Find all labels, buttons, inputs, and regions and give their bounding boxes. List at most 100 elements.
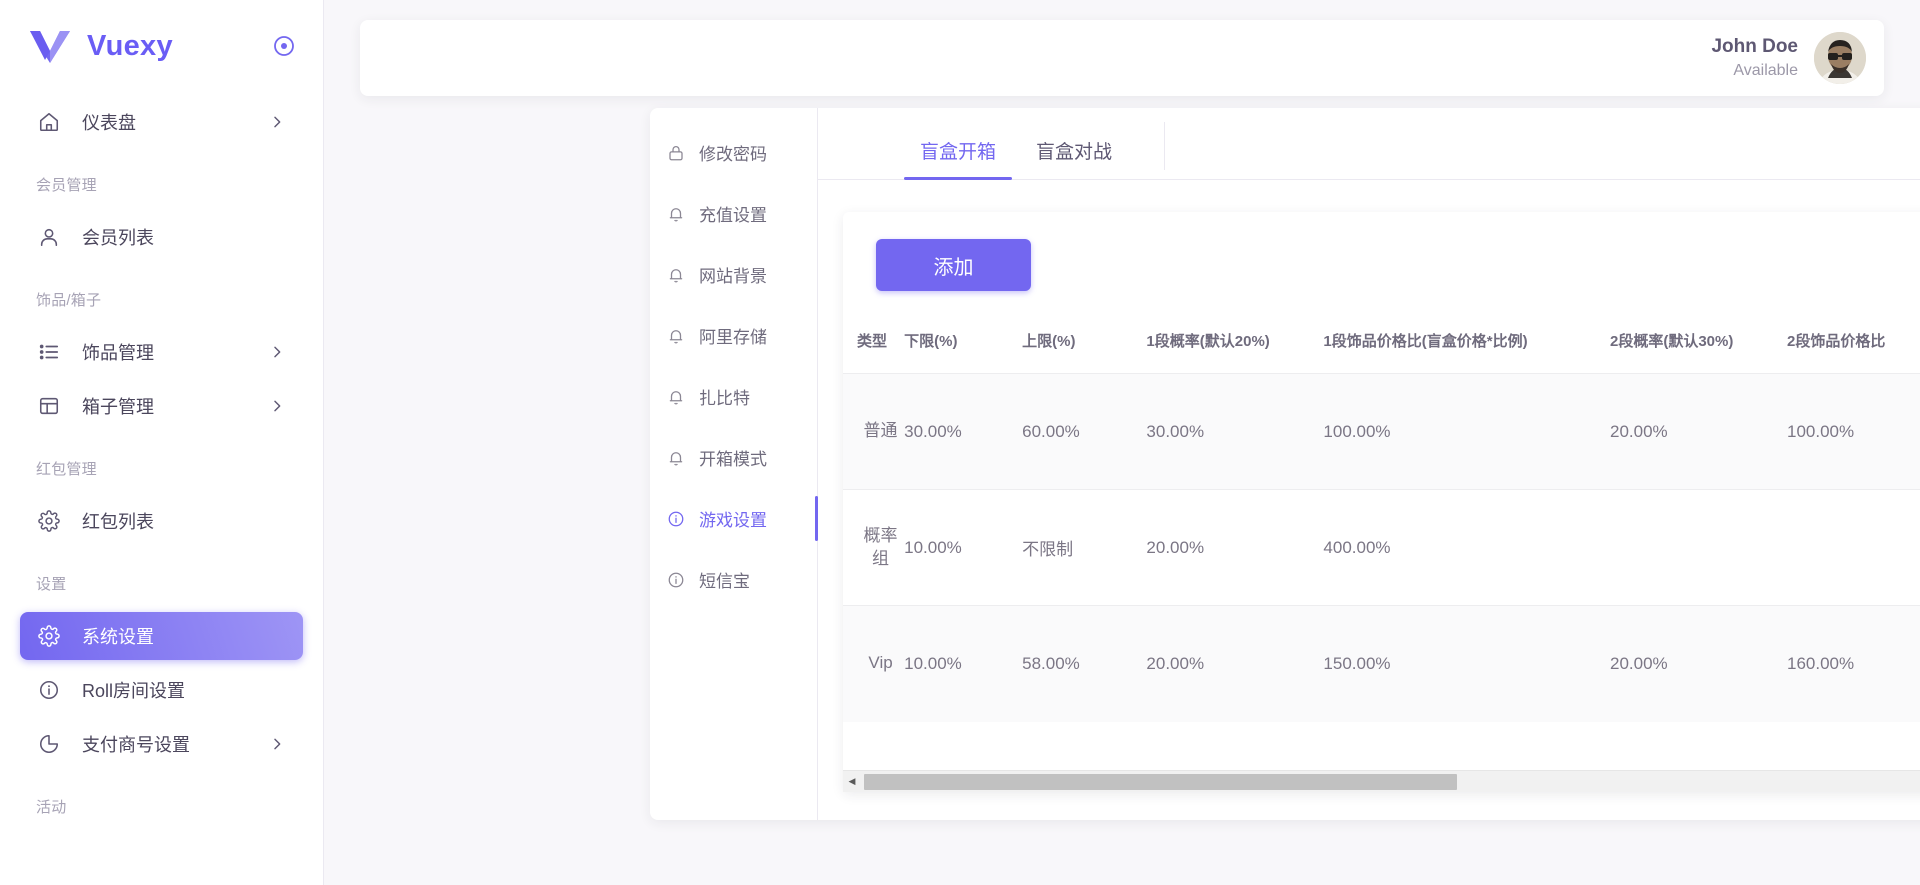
table-row[interactable]: 概率组 10.00% 不限制 20.00% 400.00%: [843, 490, 1920, 606]
sidebar-item-member-list[interactable]: 会员列表: [20, 213, 303, 261]
scrollbar-track[interactable]: [861, 771, 1920, 793]
table-cell: 160.00%: [1787, 606, 1920, 722]
settings-item-label: 开箱模式: [699, 445, 767, 470]
sidebar-nav: 仪表盘 会员管理 会员列表 饰品/箱子: [0, 98, 323, 839]
table-header-cell: 1段概率(默认20%): [1146, 318, 1323, 374]
table-cell: 20.00%: [1610, 606, 1787, 722]
table-cell: 20.00%: [1610, 374, 1787, 490]
table-cell: 100.00%: [1323, 374, 1610, 490]
table-cell: 150.00%: [1323, 606, 1610, 722]
table-panel: 添加 类型 下限(%) 上限: [843, 212, 1920, 792]
table-cell: 100.00%: [1787, 374, 1920, 490]
sidebar-item-redpacket-list[interactable]: 红包列表: [20, 497, 303, 545]
sidebar-section-members: 会员管理: [0, 152, 323, 207]
info-icon: [36, 677, 62, 703]
bell-icon: [666, 204, 686, 224]
avatar[interactable]: [1814, 32, 1866, 84]
app-root: Vuexy 仪表盘 会员管理: [0, 0, 1920, 885]
table-cell: [1787, 490, 1920, 606]
chevron-right-icon: [269, 398, 285, 414]
sidebar-item-system-settings[interactable]: 系统设置: [20, 612, 303, 660]
list-icon: [36, 339, 62, 365]
lock-icon: [666, 143, 686, 163]
table-cell-type: 概率组: [843, 490, 904, 606]
table-header-cell: 上限(%): [1022, 318, 1146, 374]
settings-item-label: 网站背景: [699, 262, 767, 287]
table-cell-type: 普通: [843, 374, 904, 490]
table-row[interactable]: 普通 30.00% 60.00% 30.00% 100.00% 20.00% 1…: [843, 374, 1920, 490]
panel-toolbar: 添加: [843, 212, 1920, 318]
settings-item-open-box-mode[interactable]: 开箱模式: [650, 427, 817, 488]
info-icon: [666, 509, 686, 529]
bell-icon: [666, 387, 686, 407]
settings-page-card: 修改密码 充值设置 网站背景: [650, 108, 1920, 820]
settings-item-game-settings[interactable]: 游戏设置: [650, 488, 817, 549]
brand-header: Vuexy: [0, 0, 323, 92]
sidebar-item-dashboard[interactable]: 仪表盘: [20, 98, 303, 146]
table-body: 普通 30.00% 60.00% 30.00% 100.00% 20.00% 1…: [843, 374, 1920, 722]
scrollbar-thumb[interactable]: [864, 774, 1457, 790]
gear-icon: [36, 508, 62, 534]
sidebar-item-label: 支付商号设置: [82, 731, 190, 757]
table-cell: 60.00%: [1022, 374, 1146, 490]
table-cell: 30.00%: [1146, 374, 1323, 490]
sidebar-item-label: 饰品管理: [82, 339, 154, 365]
tab-divider: [1164, 122, 1165, 170]
table-header-cell: 1段饰品价格比(盲盒价格*比例): [1323, 318, 1610, 374]
horizontal-scrollbar[interactable]: ◀ ▶: [843, 770, 1920, 792]
settings-item-label: 扎比特: [699, 384, 750, 409]
settings-item-site-background[interactable]: 网站背景: [650, 244, 817, 305]
tab-blindbox-open[interactable]: 盲盒开箱: [904, 137, 1012, 179]
settings-item-change-password[interactable]: 修改密码: [650, 122, 817, 183]
table-cell: 不限制: [1022, 490, 1146, 606]
table-scroll-region: 类型 下限(%) 上限(%) 1段概率(默认20%) 1段饰品价格比(盲盒价格*…: [843, 318, 1920, 770]
table-header-cell: 下限(%): [904, 318, 1022, 374]
table-header-cell: 类型: [843, 318, 904, 374]
table-cell: 10.00%: [904, 490, 1022, 606]
settings-item-sms[interactable]: 短信宝: [650, 549, 817, 610]
sidebar-item-roll-room-settings[interactable]: Roll房间设置: [20, 666, 303, 714]
table-header-cell: 2段概率(默认30%): [1610, 318, 1787, 374]
brand-name: Vuexy: [87, 30, 173, 63]
user-name: John Doe: [1711, 34, 1798, 60]
pie-chart-icon: [36, 731, 62, 757]
scroll-left-arrow-icon[interactable]: ◀: [843, 771, 861, 793]
content-area: John Doe Available: [324, 0, 1920, 885]
table-row[interactable]: Vip 10.00% 58.00% 20.00% 150.00% 20.00% …: [843, 606, 1920, 722]
settings-item-zabit[interactable]: 扎比特: [650, 366, 817, 427]
settings-item-ali-storage[interactable]: 阿里存储: [650, 305, 817, 366]
table-cell: 10.00%: [904, 606, 1022, 722]
table-head: 类型 下限(%) 上限(%) 1段概率(默认20%) 1段饰品价格比(盲盒价格*…: [843, 318, 1920, 374]
settings-item-label: 短信宝: [699, 567, 750, 592]
settings-item-label: 阿里存储: [699, 323, 767, 348]
top-navbar: John Doe Available: [360, 20, 1884, 96]
settings-item-label: 修改密码: [699, 140, 767, 165]
info-icon: [666, 570, 686, 590]
user-profile[interactable]: John Doe Available: [1711, 32, 1866, 84]
sidebar-item-box-management[interactable]: 箱子管理: [20, 382, 303, 430]
settings-item-recharge[interactable]: 充值设置: [650, 183, 817, 244]
sidebar-section-items: 饰品/箱子: [0, 267, 323, 322]
chevron-right-icon: [269, 344, 285, 360]
table-cell: 20.00%: [1146, 606, 1323, 722]
chevron-right-icon: [269, 114, 285, 130]
tab-blindbox-battle[interactable]: 盲盒对战: [1020, 137, 1128, 179]
sidebar-item-payment-merchant-settings[interactable]: 支付商号设置: [20, 720, 303, 768]
circle-dot-icon[interactable]: [271, 33, 297, 59]
layout-icon: [36, 393, 62, 419]
user-meta: John Doe Available: [1711, 34, 1798, 82]
main-sidebar: Vuexy 仪表盘 会员管理: [0, 0, 324, 885]
tab-bar: 盲盒开箱 盲盒对战: [818, 108, 1920, 180]
table-cell: 30.00%: [904, 374, 1022, 490]
settings-submenu: 修改密码 充值设置 网站背景: [650, 108, 818, 820]
sidebar-section-activity: 活动: [0, 774, 323, 829]
bell-icon: [666, 265, 686, 285]
sidebar-item-item-management[interactable]: 饰品管理: [20, 328, 303, 376]
vuexy-logo-icon: [28, 27, 72, 65]
sidebar-section-redpacket: 红包管理: [0, 436, 323, 491]
add-button[interactable]: 添加: [876, 239, 1031, 291]
sidebar-section-settings: 设置: [0, 551, 323, 606]
table-cell: [1610, 490, 1787, 606]
sidebar-item-label: 红包列表: [82, 508, 154, 534]
table-header-cell: 2段饰品价格比: [1787, 318, 1920, 374]
